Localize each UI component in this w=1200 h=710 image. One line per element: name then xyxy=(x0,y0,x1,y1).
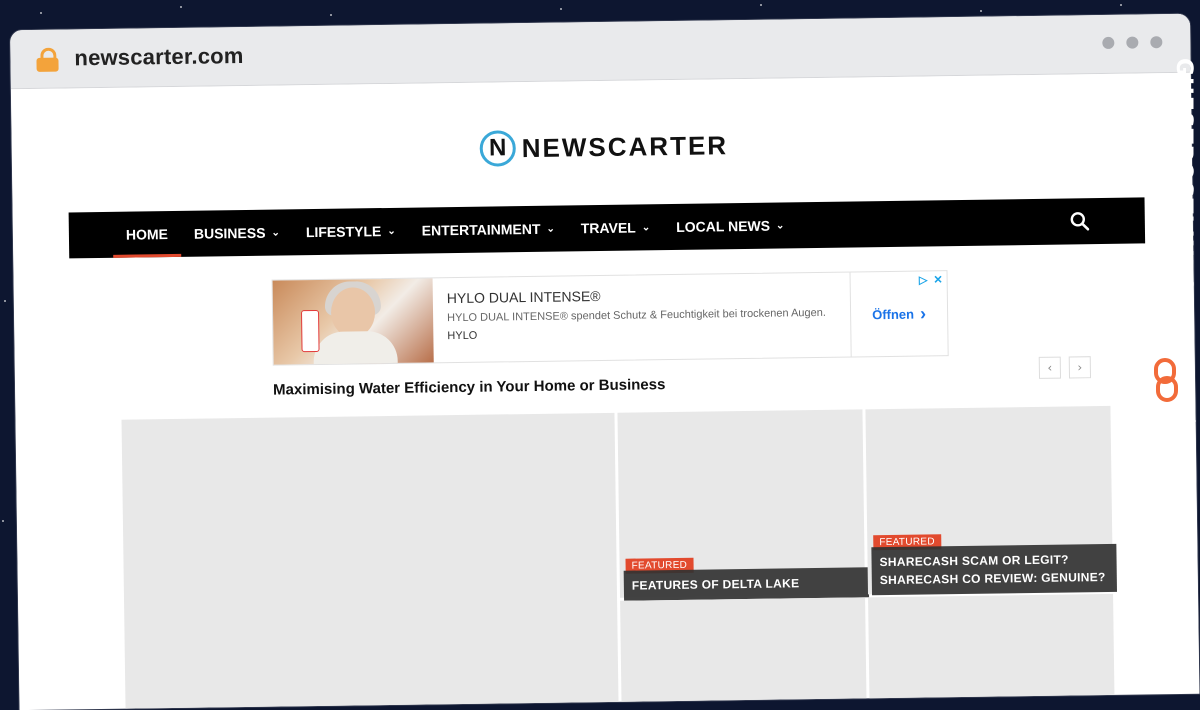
ad-cta-label: Öffnen xyxy=(872,306,915,322)
nav-item-label: LOCAL NEWS xyxy=(676,217,771,235)
site-logo[interactable]: N NEWSCARTER xyxy=(479,127,729,167)
featured-tile[interactable]: FEATURED SHARECASH SCAM OR LEGIT? SHAREC… xyxy=(865,405,1118,596)
nav-item-lifestyle[interactable]: LIFESTYLE ⌄ xyxy=(293,208,409,256)
tile-title[interactable]: FEATURES OF DELTA LAKE xyxy=(623,567,870,601)
chevron-down-icon: ⌄ xyxy=(775,219,785,232)
window-dot-icon[interactable] xyxy=(1150,36,1163,49)
slider-heading[interactable]: Maximising Water Efficiency in Your Home… xyxy=(273,376,666,398)
web-page: N NEWSCARTER HOME BUSINESS ⌄ LIFESTYLE ⌄… xyxy=(10,72,1200,710)
nav-item-label: LIFESTYLE xyxy=(305,223,382,241)
ad-open-button[interactable]: ▷ ✕ Öffnen › xyxy=(849,271,948,357)
watermark: GUESTPOSTLINKS xyxy=(1154,58,1196,402)
chevron-down-icon: ⌄ xyxy=(546,223,555,235)
tile-title-line: SHARECASH CO REVIEW: GENUINE? xyxy=(879,569,1106,588)
logo-mark-icon: N xyxy=(479,130,517,167)
ad-text-block[interactable]: HYLO DUAL INTENSE® HYLO DUAL INTENSE® sp… xyxy=(433,273,851,363)
featured-tile-large[interactable] xyxy=(121,412,619,710)
nav-item-business[interactable]: BUSINESS ⌄ xyxy=(181,209,294,257)
adchoices-icon[interactable]: ▷ xyxy=(919,273,928,286)
nav-item-entertainment[interactable]: ENTERTAINMENT ⌄ xyxy=(408,205,568,253)
logo-text: NEWSCARTER xyxy=(521,129,729,163)
chevron-right-icon: › xyxy=(919,302,927,324)
lock-icon xyxy=(36,47,59,72)
ad-title: HYLO DUAL INTENSE® xyxy=(446,288,601,307)
window-dot-icon[interactable] xyxy=(1126,36,1139,49)
browser-window: newscarter.com N NEWSCARTER HOME BUSINES… xyxy=(10,13,1200,710)
ad-controls: ▷ ✕ xyxy=(919,273,943,286)
slider-arrows: ‹ › xyxy=(1038,356,1092,379)
nav-item-label: HOME xyxy=(125,226,169,243)
address-bar-url[interactable]: newscarter.com xyxy=(74,43,243,71)
chevron-down-icon: ⌄ xyxy=(641,221,651,233)
close-icon[interactable]: ✕ xyxy=(933,273,942,286)
ad-brand: HYLO xyxy=(447,329,478,343)
advertisement-banner[interactable]: HYLO DUAL INTENSE® HYLO DUAL INTENSE® sp… xyxy=(271,270,949,366)
featured-tile[interactable] xyxy=(868,593,1115,708)
nav-item-label: TRAVEL xyxy=(580,219,636,237)
ad-description: HYLO DUAL INTENSE® spendet Schutz & Feuc… xyxy=(447,306,827,325)
prev-button[interactable]: ‹ xyxy=(1038,356,1062,379)
nav-item-label: BUSINESS xyxy=(193,224,266,242)
search-icon[interactable] xyxy=(1069,210,1091,232)
featured-tile[interactable]: FEATURED FEATURES OF DELTA LAKE xyxy=(617,409,870,601)
featured-tile[interactable] xyxy=(620,597,867,710)
chevron-down-icon: ⌄ xyxy=(387,225,396,237)
tile-title[interactable]: SHARECASH SCAM OR LEGIT? SHARECASH CO RE… xyxy=(871,543,1118,596)
window-dot-icon[interactable] xyxy=(1102,36,1115,49)
window-controls xyxy=(1102,36,1163,49)
chain-link-icon xyxy=(1154,358,1178,402)
main-navigation: HOME BUSINESS ⌄ LIFESTYLE ⌄ ENTERTAINMEN… xyxy=(68,197,1146,259)
nav-item-local-news[interactable]: LOCAL NEWS ⌄ xyxy=(663,202,798,250)
featured-grid: FEATURED FEATURES OF DELTA LAKE FEATURED… xyxy=(121,405,1118,710)
chevron-down-icon: ⌄ xyxy=(271,226,280,239)
ad-image[interactable] xyxy=(272,278,434,365)
next-button[interactable]: › xyxy=(1068,356,1092,379)
nav-item-label: ENTERTAINMENT xyxy=(421,220,541,239)
nav-item-travel[interactable]: TRAVEL ⌄ xyxy=(567,204,663,251)
nav-item-home[interactable]: HOME xyxy=(113,211,182,258)
watermark-text: GUESTPOSTLINKS xyxy=(1171,58,1196,293)
